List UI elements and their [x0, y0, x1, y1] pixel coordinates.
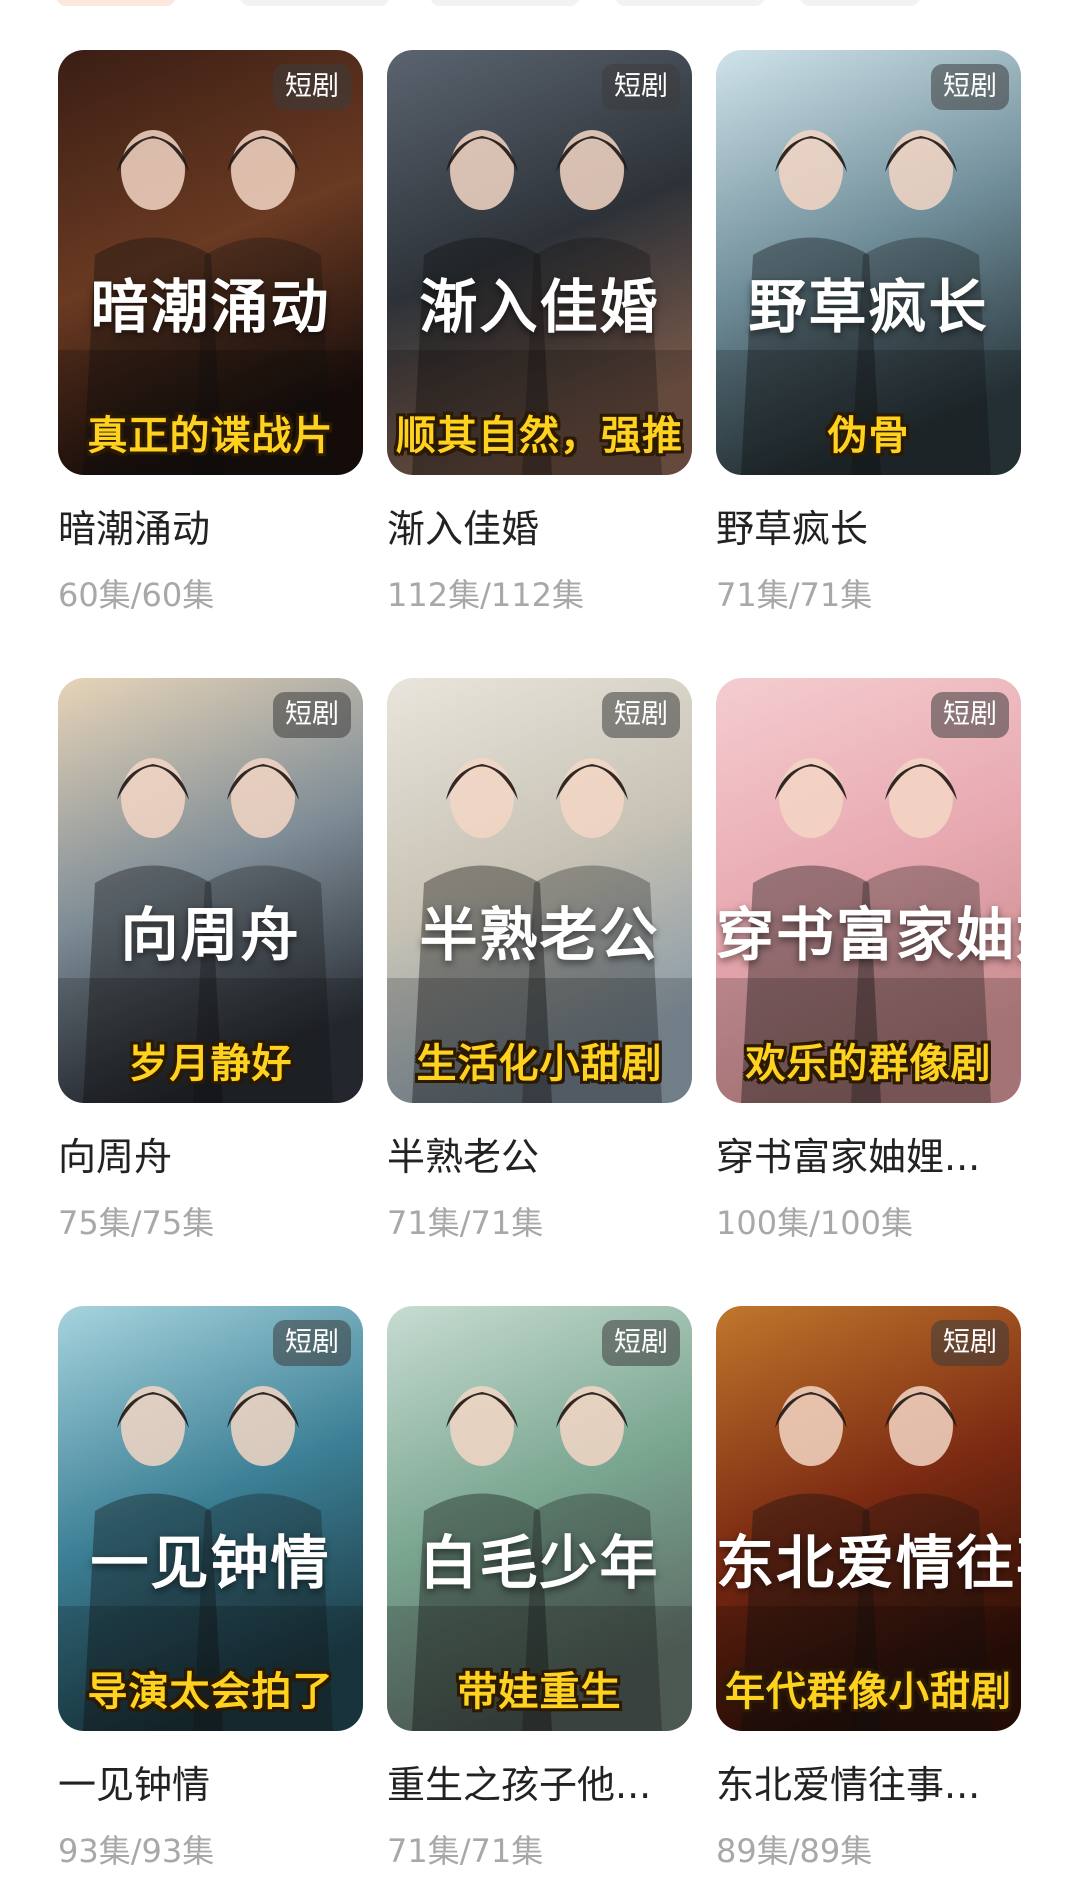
episode-count: 60集/60集	[58, 576, 215, 614]
figure-head	[889, 1386, 953, 1466]
figure-head	[779, 1386, 843, 1466]
figure-head	[121, 1386, 185, 1466]
short-drama-badge: 短剧	[931, 692, 1009, 738]
poster-image[interactable]: 短剧 野草疯长 伪骨	[716, 50, 1021, 475]
poster-image[interactable]: 短剧 半熟老公 生活化小甜剧	[387, 678, 692, 1103]
episode-count: 75集/75集	[58, 1204, 215, 1242]
figure-head	[121, 130, 185, 210]
poster-image[interactable]: 短剧 穿书富家妯娌 欢乐的群像剧	[716, 678, 1021, 1103]
drama-card[interactable]: 短剧 东北爱情往事 年代群像小甜剧 东北爱情往事... 89集/89集	[716, 1306, 1021, 1904]
poster-title-text: 暗潮涌动	[90, 273, 331, 341]
filter-chip[interactable]	[240, 0, 390, 6]
drama-title[interactable]: 暗潮涌动	[58, 505, 363, 553]
short-drama-badge: 短剧	[273, 1320, 351, 1366]
recommend-tag: 伪骨	[827, 413, 910, 459]
drama-title[interactable]: 野草疯长	[716, 505, 1021, 553]
drama-title[interactable]: 东北爱情往事...	[716, 1761, 1021, 1809]
poster-title-text: 野草疯长	[748, 273, 989, 341]
filter-chip[interactable]	[56, 0, 176, 6]
figure-head	[560, 758, 624, 838]
filter-chip[interactable]	[615, 0, 765, 6]
poster-image[interactable]: 短剧 暗潮涌动 真正的谍战片	[58, 50, 363, 475]
figure-head	[231, 1386, 295, 1466]
figure-head	[450, 130, 514, 210]
drama-title[interactable]: 半熟老公	[387, 1133, 692, 1181]
short-drama-badge: 短剧	[931, 64, 1009, 110]
drama-title[interactable]: 向周舟	[58, 1133, 363, 1181]
figure-head	[560, 130, 624, 210]
poster-image[interactable]: 短剧 白毛少年 带娃重生	[387, 1306, 692, 1731]
poster-image[interactable]: 短剧 一见钟情 导演太会拍了	[58, 1306, 363, 1731]
poster-image[interactable]: 短剧 渐入佳婚 顺其自然，强推	[387, 50, 692, 475]
poster-title-text: 一见钟情	[90, 1529, 331, 1597]
poster-title-text: 半熟老公	[419, 901, 660, 969]
episode-count: 112集/112集	[387, 576, 584, 614]
poster-image[interactable]: 短剧 东北爱情往事 年代群像小甜剧	[716, 1306, 1021, 1731]
drama-card[interactable]: 短剧 一见钟情 导演太会拍了 一见钟情 93集/93集	[58, 1306, 363, 1904]
drama-grid: 短剧 暗潮涌动 真正的谍战片 暗潮涌动 60集/60集 短剧 渐入佳婚 顺其自然…	[58, 50, 1021, 1904]
recommend-tag: 欢乐的群像剧	[745, 1041, 992, 1087]
drama-title[interactable]: 一见钟情	[58, 1761, 363, 1809]
recommend-tag: 顺其自然，强推	[396, 413, 683, 459]
poster-title-text: 白毛少年	[419, 1529, 660, 1597]
drama-title[interactable]: 穿书富家妯娌...	[716, 1133, 1021, 1181]
short-drama-badge: 短剧	[931, 1320, 1009, 1366]
short-drama-badge: 短剧	[273, 64, 351, 110]
short-drama-badge: 短剧	[602, 692, 680, 738]
figure-head	[231, 758, 295, 838]
drama-card[interactable]: 短剧 白毛少年 带娃重生 重生之孩子他... 71集/71集	[387, 1306, 692, 1904]
episode-count: 89集/89集	[716, 1832, 873, 1870]
episode-count: 100集/100集	[716, 1204, 913, 1242]
poster-title-text: 渐入佳婚	[419, 273, 660, 341]
figure-head	[889, 130, 953, 210]
filter-chip[interactable]	[800, 0, 920, 6]
episode-count: 71集/71集	[387, 1832, 544, 1870]
recommend-tag: 年代群像小甜剧	[725, 1669, 1012, 1715]
figure-head	[121, 758, 185, 838]
poster-title-text: 东北爱情往事	[716, 1529, 1021, 1597]
episode-count: 71集/71集	[716, 576, 873, 614]
drama-card[interactable]: 短剧 穿书富家妯娌 欢乐的群像剧 穿书富家妯娌... 100集/100集	[716, 678, 1021, 1276]
drama-card[interactable]: 短剧 野草疯长 伪骨 野草疯长 71集/71集	[716, 50, 1021, 648]
recommend-tag: 真正的谍战片	[87, 413, 334, 459]
drama-title[interactable]: 重生之孩子他...	[387, 1761, 692, 1809]
figure-head	[450, 758, 514, 838]
episode-count: 93集/93集	[58, 1832, 215, 1870]
recommend-tag: 生活化小甜剧	[416, 1041, 663, 1087]
short-drama-badge: 短剧	[602, 1320, 680, 1366]
poster-image[interactable]: 短剧 向周舟 岁月静好	[58, 678, 363, 1103]
drama-card[interactable]: 短剧 暗潮涌动 真正的谍战片 暗潮涌动 60集/60集	[58, 50, 363, 648]
figure-head	[889, 758, 953, 838]
poster-title-text: 向周舟	[120, 901, 301, 969]
figure-head	[779, 130, 843, 210]
short-drama-badge: 短剧	[602, 64, 680, 110]
figure-head	[779, 758, 843, 838]
filter-chip[interactable]	[430, 0, 580, 6]
figure-head	[450, 1386, 514, 1466]
top-filter-strip	[0, 0, 1080, 8]
drama-card[interactable]: 短剧 向周舟 岁月静好 向周舟 75集/75集	[58, 678, 363, 1276]
drama-card[interactable]: 短剧 半熟老公 生活化小甜剧 半熟老公 71集/71集	[387, 678, 692, 1276]
recommend-tag: 岁月静好	[128, 1041, 293, 1087]
drama-title[interactable]: 渐入佳婚	[387, 505, 692, 553]
recommend-tag: 导演太会拍了	[87, 1669, 334, 1715]
figure-head	[231, 130, 295, 210]
drama-card[interactable]: 短剧 渐入佳婚 顺其自然，强推 渐入佳婚 112集/112集	[387, 50, 692, 648]
poster-title-text: 穿书富家妯娌	[716, 901, 1021, 969]
figure-head	[560, 1386, 624, 1466]
recommend-tag: 带娃重生	[457, 1669, 622, 1715]
short-drama-badge: 短剧	[273, 692, 351, 738]
episode-count: 71集/71集	[387, 1204, 544, 1242]
